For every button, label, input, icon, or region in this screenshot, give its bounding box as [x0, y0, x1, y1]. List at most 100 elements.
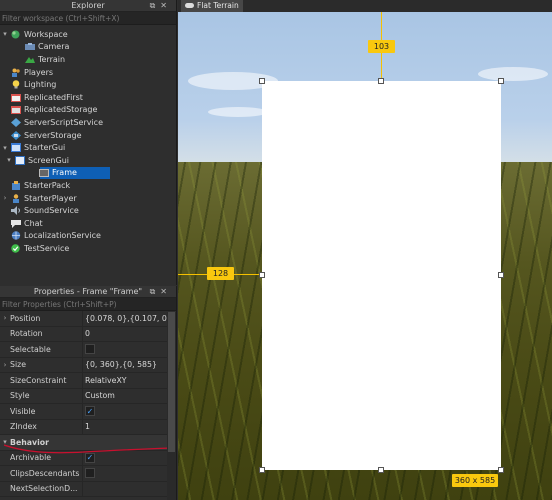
properties-filter-input[interactable]: Filter Properties (Ctrl+Shift+P) — [0, 298, 176, 311]
tree-item-replicated-first[interactable]: ReplicatedFirst — [0, 91, 176, 104]
tree-item-label: Chat — [24, 218, 43, 228]
properties-scrollbar[interactable] — [167, 312, 176, 500]
expand-arrow-icon[interactable]: › — [0, 314, 10, 322]
expand-arrow-icon[interactable]: › — [0, 194, 10, 202]
replicated-first-icon — [10, 93, 21, 102]
tree-item-label: Terrain — [38, 54, 66, 64]
tree-item-starter-gui[interactable]: ▾ StarterGui — [0, 141, 176, 154]
archivable-checkbox[interactable]: ✓ — [85, 452, 95, 463]
panel-controls: ⧉✕ — [150, 286, 172, 298]
tree-item-label: ServerStorage — [24, 130, 82, 140]
tree-item-chat[interactable]: Chat — [0, 217, 176, 230]
tree-item-label: TestService — [24, 243, 70, 253]
tab-flat-terrain[interactable]: Flat Terrain — [181, 0, 243, 12]
property-row-rotation[interactable]: Rotation 0 — [0, 326, 176, 342]
property-value[interactable]: Custom — [82, 388, 176, 403]
section-title: Behavior — [10, 437, 49, 447]
property-row-size-constraint[interactable]: SizeConstraint RelativeXY — [0, 373, 176, 389]
property-name: ClipsDescendants — [10, 468, 80, 478]
property-value[interactable]: RelativeXY — [82, 373, 176, 388]
tree-item-lighting[interactable]: Lighting — [0, 78, 176, 91]
tree-item-screen-gui[interactable]: ▾ ScreenGui — [0, 154, 176, 167]
property-name: Archivable — [10, 453, 52, 463]
lighting-bulb-icon — [10, 80, 21, 89]
panel-controls: ⧉✕ — [150, 0, 172, 12]
property-value[interactable]: 1 — [82, 419, 176, 434]
tree-item-replicated-storage[interactable]: ReplicatedStorage — [0, 104, 176, 117]
cloud-icon — [185, 3, 194, 8]
server-storage-icon — [10, 130, 21, 140]
undock-icon[interactable]: ⧉ — [150, 1, 161, 10]
tree-item-starter-pack[interactable]: StarterPack — [0, 179, 176, 192]
property-row-visible[interactable]: Visible ✓ — [0, 404, 176, 420]
expand-arrow-icon[interactable]: › — [0, 361, 10, 369]
selectable-checkbox[interactable] — [85, 344, 95, 355]
property-row-next-selection[interactable]: NextSelectionD... — [0, 481, 176, 497]
property-section-behavior[interactable]: ▾ Behavior — [0, 435, 176, 451]
tree-item-starter-player[interactable]: › StarterPlayer — [0, 192, 176, 205]
tree-item-server-script-service[interactable]: ServerScriptService — [0, 116, 176, 129]
property-row-style[interactable]: Style Custom — [0, 388, 176, 404]
left-offset-badge: 128 — [207, 267, 234, 280]
resize-handle-top-left[interactable] — [259, 78, 265, 84]
explorer-filter-input[interactable]: Filter workspace (Ctrl+Shift+X) — [0, 12, 176, 25]
collapse-arrow-icon[interactable]: ▾ — [0, 144, 10, 152]
selected-frame[interactable] — [262, 81, 501, 470]
tree-item-players[interactable]: Players — [0, 66, 176, 79]
resize-handle-bottom[interactable] — [378, 467, 384, 473]
tree-item-test-service[interactable]: TestService — [0, 242, 176, 255]
collapse-arrow-icon[interactable]: ▾ — [4, 156, 14, 164]
tree-item-label: ServerScriptService — [24, 117, 104, 127]
scrollbar-thumb[interactable] — [168, 312, 175, 452]
terrain-icon — [24, 55, 35, 64]
property-row-selectable[interactable]: Selectable — [0, 342, 176, 358]
tree-item-camera[interactable]: Camera — [0, 41, 176, 54]
starter-pack-icon — [10, 180, 21, 190]
resize-handle-left[interactable] — [259, 272, 265, 278]
explorer-title: Explorer — [71, 1, 105, 10]
tree-item-terrain[interactable]: Terrain — [0, 53, 176, 66]
property-value[interactable]: {0, 360},{0, 585} — [82, 357, 176, 372]
3d-viewport[interactable]: 103 128 360 x 585 — [178, 12, 552, 500]
tree-item-label: Camera — [38, 42, 70, 52]
collapse-arrow-icon[interactable]: ▾ — [0, 438, 10, 446]
properties-filter-placeholder: Filter Properties (Ctrl+Shift+P) — [2, 300, 117, 309]
starter-player-icon — [10, 193, 21, 203]
clips-descendants-checkbox[interactable] — [85, 468, 95, 479]
property-value[interactable]: 0 — [82, 326, 176, 341]
property-row-clips-descendants[interactable]: ClipsDescendants — [0, 466, 176, 482]
tree-item-frame[interactable]: Frame — [0, 166, 176, 180]
close-icon[interactable]: ✕ — [160, 287, 172, 296]
resize-handle-right[interactable] — [498, 272, 504, 278]
tree-item-localization-service[interactable]: LocalizationService — [0, 230, 176, 243]
property-name: Size — [10, 360, 27, 370]
property-row-archivable[interactable]: Archivable ✓ — [0, 450, 176, 466]
top-offset-badge: 103 — [368, 40, 395, 53]
property-row-position[interactable]: › Position {0.078, 0},{0.107, 0} — [0, 311, 176, 327]
property-value[interactable] — [82, 481, 176, 496]
tree-item-server-storage[interactable]: ServerStorage — [0, 129, 176, 142]
undock-icon[interactable]: ⧉ — [150, 287, 161, 296]
resize-handle-top-right[interactable] — [498, 78, 504, 84]
property-name: Position — [10, 313, 41, 323]
tree-item-label: Players — [24, 67, 54, 77]
tree-item-sound-service[interactable]: SoundService — [0, 204, 176, 217]
test-service-icon — [10, 244, 21, 253]
tree-item-workspace[interactable]: ▾ Workspace — [0, 28, 176, 41]
server-script-service-icon — [10, 117, 21, 127]
players-icon — [10, 68, 21, 77]
property-name: Visible — [10, 406, 36, 416]
resize-handle-top[interactable] — [378, 78, 384, 84]
property-row-zindex[interactable]: ZIndex 1 — [0, 419, 176, 435]
property-name: SizeConstraint — [10, 375, 67, 385]
collapse-arrow-icon[interactable]: ▾ — [0, 30, 10, 38]
property-value[interactable]: {0.078, 0},{0.107, 0} — [82, 311, 176, 326]
properties-title: Properties - Frame "Frame" — [33, 287, 143, 296]
resize-handle-bottom-left[interactable] — [259, 467, 265, 473]
tree-item-label: StarterPack — [24, 180, 71, 190]
property-row-size[interactable]: › Size {0, 360},{0, 585} — [0, 357, 176, 373]
close-icon[interactable]: ✕ — [160, 1, 172, 10]
property-name: Style — [10, 391, 30, 401]
visible-checkbox[interactable]: ✓ — [85, 406, 95, 417]
resize-handle-bottom-right[interactable] — [498, 467, 504, 473]
